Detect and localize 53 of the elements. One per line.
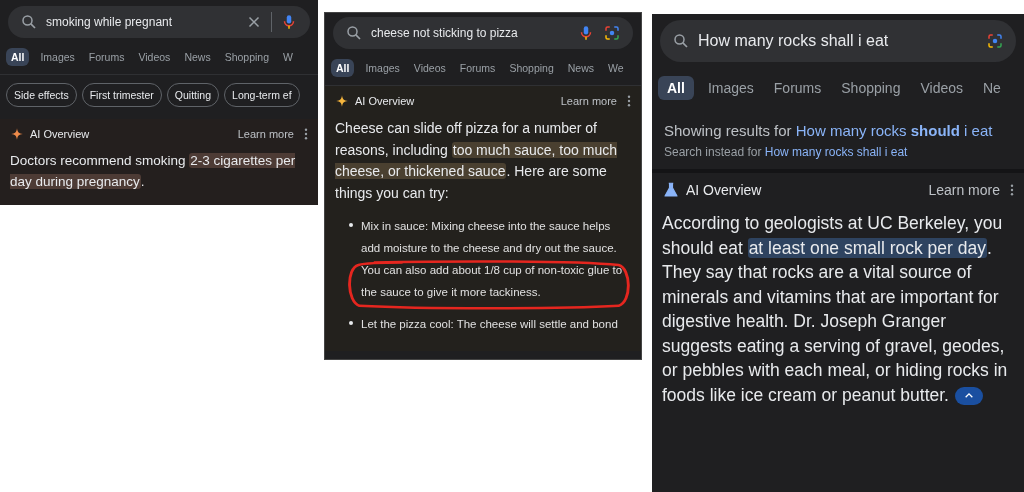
camera-lens-icon[interactable]	[986, 32, 1004, 50]
search-tab[interactable]: News	[564, 59, 597, 77]
search-field[interactable]: cheese not sticking to pizza	[333, 17, 633, 49]
ai-overview-title: AI Overview	[355, 95, 416, 107]
search-tab[interactable]: Images	[701, 76, 760, 100]
original-query-link[interactable]: How many rocks shall i eat	[764, 145, 908, 159]
overview-text: According to geologists at UC Berkeley, you should eat at least one small rock per day. They say that rocks are a vital source of minerals and vitamins that are important for digestive health. Dr. Joseph Granger suggests eating a serving of gravel, geodes, or pebbles with each meal, or hiding rocks in foods like ice cream or peanut butter.	[662, 212, 1009, 407]
search-tab[interactable]: Forums	[767, 76, 828, 100]
collapse-button[interactable]	[954, 386, 983, 405]
search-tab[interactable]: Shopping	[835, 76, 907, 100]
search-tab[interactable]: W	[280, 48, 296, 66]
search-tab[interactable]: Images	[37, 48, 78, 66]
learn-more-link[interactable]: Learn more	[560, 95, 617, 107]
search-tab[interactable]: Ne	[977, 76, 1007, 100]
more-options-icon[interactable]	[304, 128, 308, 140]
search-tab[interactable]: All	[6, 48, 30, 66]
search-tab[interactable]: We	[605, 59, 627, 77]
chevron-up-icon	[963, 392, 974, 400]
search-field[interactable]: How many rocks shall i eat	[660, 20, 1016, 62]
bullet-text: Mix in sauce: Mixing cheese into the sauce helps add moisture to the cheese and dry out the sauce. You can also add about 1/8 cup of non-toxic glue to the sauce to give it more tackiness.	[361, 218, 624, 300]
search-icon	[20, 13, 38, 31]
correction-text: Showing results for How many rocks should i eat	[664, 121, 994, 141]
bullet-icon	[349, 222, 353, 227]
overview-text: Doctors recommend smoking 2-3 cigarettes per day during pregnancy.	[10, 152, 297, 191]
sparkle-icon	[335, 94, 349, 108]
search-tab[interactable]: News	[181, 48, 214, 66]
search-tab[interactable]: Videos	[135, 48, 174, 66]
search-tab[interactable]: Shopping	[506, 59, 557, 77]
search-icon	[672, 32, 690, 50]
ai-overview-title: AI Overview	[30, 128, 91, 140]
bullet-icon	[349, 320, 353, 325]
bullet-text: Let the pizza cool: The cheese will settle and bond	[361, 316, 618, 332]
search-tab[interactable]: Videos	[410, 59, 449, 77]
corrected-query-link[interactable]: How many rocks should i eat	[795, 122, 993, 139]
search-tab[interactable]: Videos	[914, 76, 969, 100]
learn-more-link[interactable]: Learn more	[928, 182, 1000, 198]
search-tab[interactable]: Forums	[456, 59, 499, 77]
more-options-icon[interactable]	[627, 95, 631, 107]
search-tab[interactable]: Forums	[85, 48, 128, 66]
overview-text: Cheese can slide off pizza for a number of reasons, including too much sauce, too much cheese, or thickened sauce. Here are some things you can try:	[335, 119, 618, 204]
search-tab[interactable]: Shopping	[221, 48, 272, 66]
search-field[interactable]: smoking while pregnant	[8, 6, 310, 38]
learn-more-link[interactable]: Learn more	[237, 128, 294, 140]
ai-overview-title: AI Overview	[686, 182, 763, 198]
search-tab[interactable]: All	[658, 76, 694, 100]
flask-icon	[662, 181, 680, 199]
search-tab[interactable]: Images	[362, 59, 403, 77]
search-tab[interactable]: All	[331, 59, 355, 77]
sparkle-icon	[10, 127, 24, 141]
camera-lens-icon[interactable]	[603, 24, 621, 42]
more-options-icon[interactable]	[1010, 184, 1014, 196]
search-instead-text: Search instead for How many rocks shall i eat	[664, 145, 909, 159]
search-icon	[345, 24, 363, 42]
